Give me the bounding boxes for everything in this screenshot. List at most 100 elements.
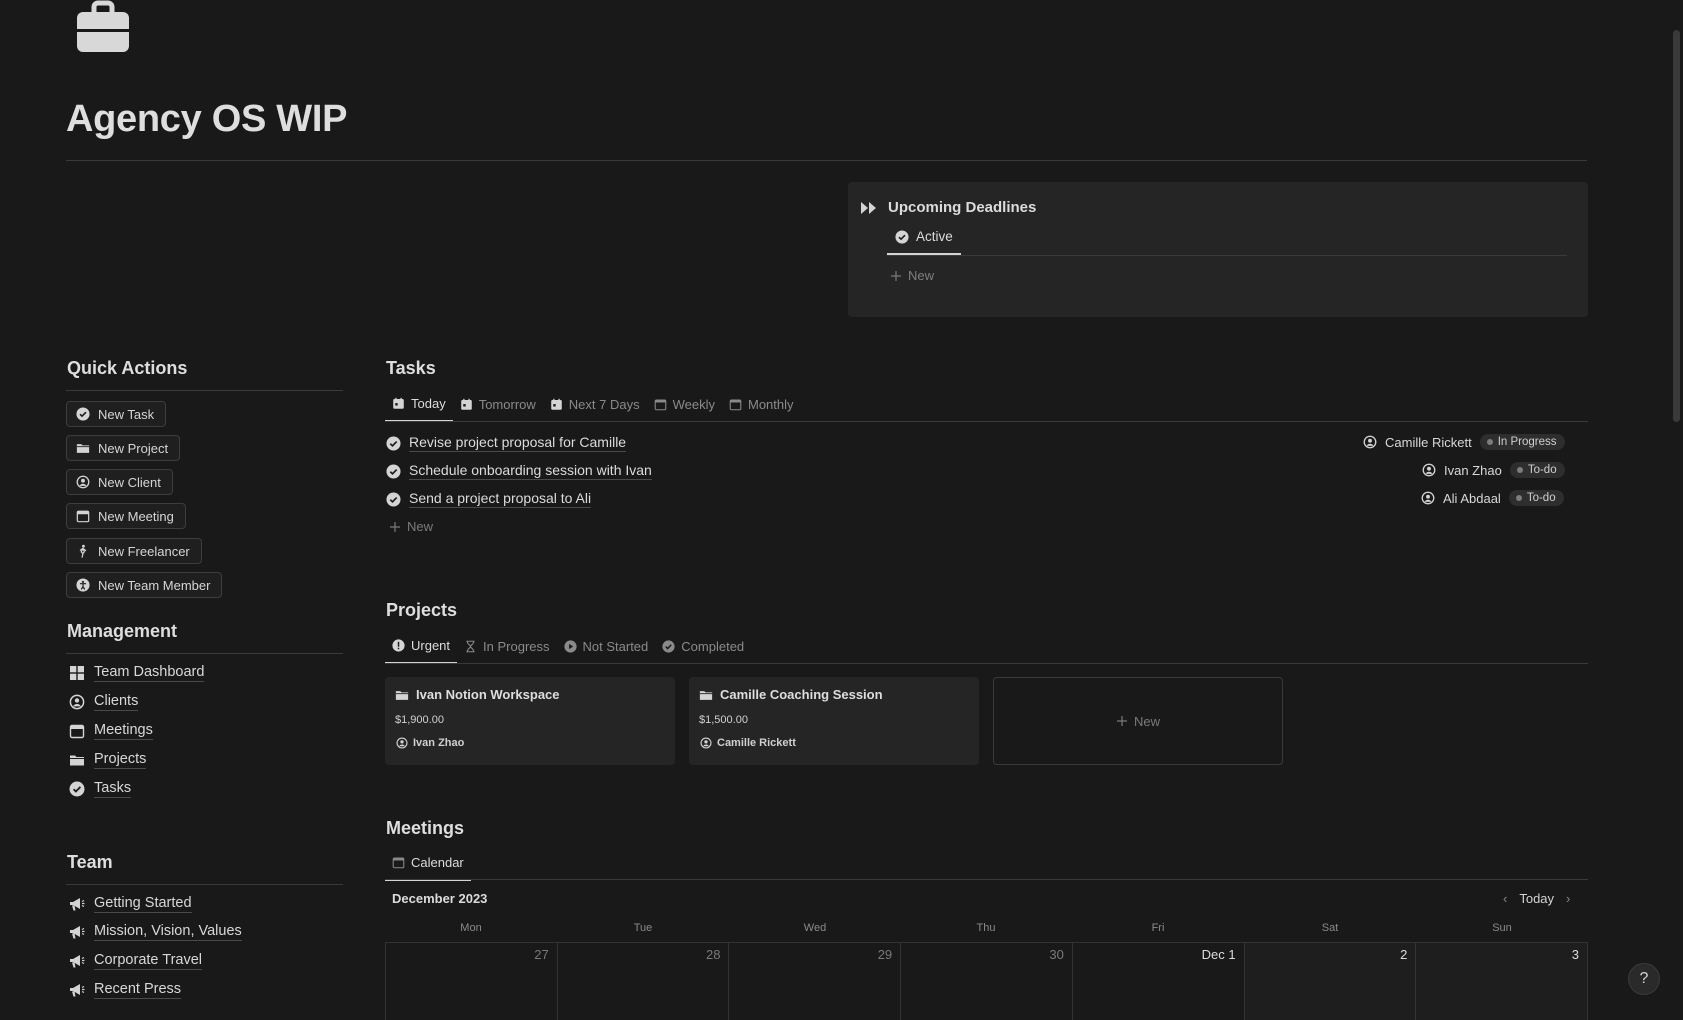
meetings-tabs: Calendar: [385, 855, 471, 881]
calendar-day-icon: [460, 398, 473, 411]
tab-label: Active: [916, 229, 953, 244]
fast-forward-icon: [860, 200, 878, 216]
today-button[interactable]: Today: [1519, 891, 1554, 906]
briefcase-icon[interactable]: [76, 0, 130, 58]
help-button[interactable]: ?: [1628, 963, 1660, 995]
calendar-icon: [729, 398, 742, 411]
calendar-day-cell[interactable]: 3: [1415, 943, 1589, 1020]
task-row[interactable]: Schedule onboarding session with Ivan: [386, 462, 652, 480]
tab-not-started[interactable]: Not Started: [557, 639, 656, 663]
card-title-row: Ivan Notion Workspace: [395, 687, 560, 702]
task-assignee: Camille Rickett: [1385, 434, 1472, 450]
upcoming-new-button[interactable]: New: [890, 268, 934, 283]
chevron-left-icon[interactable]: ‹: [1503, 891, 1507, 906]
button-label: New Task: [98, 406, 155, 422]
status-dot: [1515, 495, 1522, 501]
folder-icon: [699, 688, 713, 702]
callout-tab-divider: [887, 255, 1567, 256]
project-card[interactable]: Ivan Notion Workspace $1,900.00 Ivan Zha…: [385, 677, 675, 765]
button-label: New Team Member: [98, 577, 211, 593]
tab-completed[interactable]: Completed: [655, 639, 751, 663]
task-row[interactable]: Send a project proposal to Ali: [386, 490, 592, 508]
alert-icon: [392, 639, 405, 652]
link-clients[interactable]: Clients: [69, 693, 139, 711]
link-tasks[interactable]: Tasks: [69, 780, 132, 798]
tab-label: Weekly: [672, 397, 715, 412]
date-number: 30: [1049, 947, 1064, 962]
calendar-day-cell[interactable]: Dec 1: [1071, 943, 1244, 1020]
calendar-day-cell[interactable]: 2: [1243, 943, 1416, 1020]
tab-next-7-days[interactable]: Next 7 Days: [543, 397, 647, 421]
new-meeting-button[interactable]: New Meeting: [66, 503, 186, 529]
new-team-member-button[interactable]: New Team Member: [66, 572, 223, 598]
chevron-right-icon[interactable]: ›: [1566, 891, 1570, 906]
task-row[interactable]: Revise project proposal for Camille: [386, 434, 627, 452]
calendar-day-cell[interactable]: 28: [556, 943, 729, 1020]
upcoming-deadlines-header[interactable]: Upcoming Deadlines: [860, 199, 1036, 216]
task-title: Revise project proposal for Camille: [409, 434, 627, 452]
grid-icon: [69, 665, 85, 681]
card-title-row: Camille Coaching Session: [699, 687, 883, 702]
project-card[interactable]: Camille Coaching Session $1,500.00 Camil…: [689, 677, 979, 765]
management-divider: [66, 653, 343, 654]
tab-tomorrow[interactable]: Tomorrow: [453, 397, 543, 421]
tab-urgent[interactable]: Urgent: [385, 638, 458, 664]
calendar-day-cell[interactable]: 30: [900, 943, 1072, 1020]
calendar-icon: [392, 856, 405, 869]
new-project-button[interactable]: New Project: [66, 435, 181, 461]
button-label: New Client: [98, 474, 161, 490]
link-meetings[interactable]: Meetings: [69, 722, 153, 740]
new-label: New: [1133, 713, 1160, 729]
status-label: To-do: [1527, 464, 1557, 476]
link-mission-vision-values[interactable]: Mission, Vision, Values: [69, 923, 242, 941]
link-projects[interactable]: Projects: [69, 751, 147, 769]
user-circle-icon: [76, 475, 90, 489]
user-circle-icon: [1421, 491, 1435, 505]
new-project-card[interactable]: New: [993, 677, 1283, 765]
quick-actions-heading: Quick Actions: [67, 358, 188, 378]
check-circle-icon: [76, 407, 90, 421]
task-assignee: Ivan Zhao: [1444, 462, 1502, 478]
button-label: New Meeting: [98, 508, 174, 524]
page-title: Agency OS WIP: [66, 98, 348, 140]
link-corporate-travel[interactable]: Corporate Travel: [69, 952, 202, 970]
tab-monthly[interactable]: Monthly: [722, 397, 801, 421]
scrollbar[interactable]: [1673, 30, 1680, 422]
calendar-icon: [654, 398, 667, 411]
check-circle-icon: [386, 492, 401, 507]
tab-today[interactable]: Today: [385, 396, 453, 422]
link-label: Mission, Vision, Values: [94, 923, 242, 941]
button-label: New Freelancer: [98, 543, 190, 559]
tab-label: Monthly: [747, 397, 794, 412]
card-price: $1,500.00: [699, 714, 748, 726]
tab-calendar[interactable]: Calendar: [385, 855, 471, 881]
meetings-heading: Meetings: [386, 818, 465, 838]
megaphone-icon: [69, 896, 85, 912]
plus-icon: [890, 270, 902, 282]
tab-active[interactable]: Active: [887, 229, 961, 255]
status-dot: [1486, 439, 1493, 445]
link-getting-started[interactable]: Getting Started: [69, 895, 192, 913]
check-circle-icon: [386, 464, 401, 479]
link-team-dashboard[interactable]: Team Dashboard: [69, 664, 205, 682]
task-title: Send a project proposal to Ali: [409, 490, 592, 508]
day-header: Thu: [976, 922, 996, 934]
link-recent-press[interactable]: Recent Press: [69, 981, 182, 999]
owner-name: Camille Rickett: [717, 737, 796, 749]
calendar-day-cell[interactable]: 29: [728, 943, 900, 1020]
calendar-month: December 2023: [392, 891, 488, 906]
new-client-button[interactable]: New Client: [66, 469, 173, 495]
status-badge: To-do: [1509, 462, 1565, 478]
tab-in-progress[interactable]: In Progress: [457, 639, 556, 663]
new-freelancer-button[interactable]: New Freelancer: [66, 538, 202, 564]
user-circle-icon: [1363, 435, 1377, 449]
tab-label: In Progress: [483, 639, 550, 654]
tab-weekly[interactable]: Weekly: [647, 397, 722, 421]
task-meta: Camille Rickett In Progress: [1363, 434, 1565, 450]
new-task-button[interactable]: New Task: [66, 401, 167, 427]
walking-person-icon: [76, 544, 90, 558]
tab-label: Next 7 Days: [568, 397, 640, 412]
calendar-day-cell[interactable]: 27: [385, 943, 557, 1020]
day-header: Fri: [1151, 922, 1165, 934]
new-task-row[interactable]: New: [389, 519, 433, 534]
